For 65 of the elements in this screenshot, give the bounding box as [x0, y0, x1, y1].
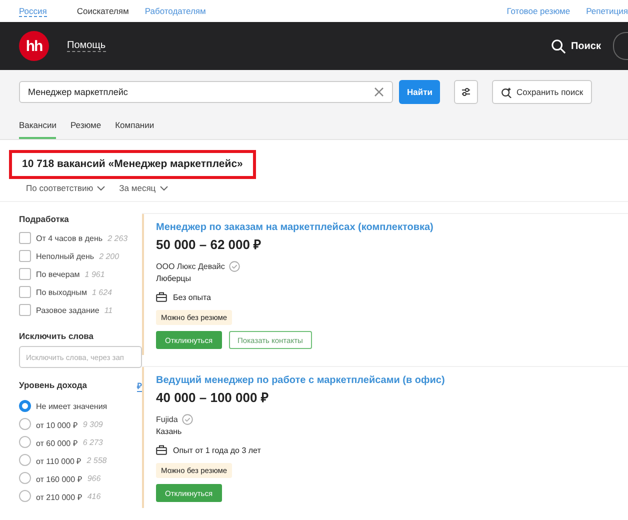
checkbox[interactable] — [19, 286, 31, 298]
option-label: от 160 000 ₽ — [36, 474, 82, 484]
salary: 40 000 – 100 000 ₽ — [156, 389, 269, 406]
filter-title: Уровень дохода — [19, 380, 88, 392]
option-label: от 110 000 ₽ — [36, 456, 82, 466]
audience-link[interactable]: Соискателям — [76, 6, 129, 16]
save-search-button[interactable]: Сохранить поиск — [492, 80, 592, 104]
clear-icon[interactable] — [374, 87, 384, 97]
option-count: 9 309 — [82, 420, 103, 428]
radio-button[interactable] — [19, 418, 31, 430]
salary: 50 000 – 62 000 ₽ — [156, 236, 262, 253]
radio-button[interactable] — [19, 436, 31, 448]
sort-dropdown[interactable]: По соответствию — [26, 183, 106, 193]
city: Люберцы — [156, 274, 191, 283]
filter-button[interactable] — [454, 80, 478, 104]
results-heading: 10 718 вакансий «Менеджер маркетплейс» — [9, 150, 256, 179]
radio-button[interactable] — [19, 490, 31, 502]
checkbox[interactable] — [19, 268, 31, 280]
search-link[interactable]: Поиск — [550, 38, 601, 54]
filter-title: Исключить слова — [19, 331, 94, 341]
search-icon — [550, 38, 566, 54]
option-count: 11 — [104, 306, 113, 314]
filter-title: Подработка — [19, 214, 70, 224]
company-link[interactable]: ООО Люкс Девайс — [156, 262, 225, 271]
option-count: 1 961 — [84, 270, 105, 278]
option-label: По выходным — [36, 288, 87, 296]
option-count: 416 — [87, 492, 101, 500]
option-label: От 4 часов в день — [36, 234, 103, 242]
option-label: Разовое задание — [36, 306, 100, 314]
option-label: от 210 000 ₽ — [36, 492, 82, 502]
find-button[interactable]: Найти — [399, 80, 440, 104]
option-count: 1 624 — [92, 288, 112, 296]
checkbox[interactable] — [19, 250, 31, 262]
option-count: 2 558 — [86, 456, 107, 464]
option-label: от 60 000 ₽ — [36, 438, 78, 448]
radio-button[interactable] — [19, 472, 31, 484]
briefcase-icon — [156, 292, 167, 302]
search-field[interactable]: Менеджер маркетплейс — [19, 81, 393, 103]
experience: Без опыта — [173, 292, 211, 302]
logo[interactable]: hh — [19, 31, 49, 61]
option-label: По вечерам — [36, 270, 80, 278]
option-count: 2 200 — [99, 252, 120, 260]
experience: Опыт от 1 года до 3 лет — [173, 446, 261, 454]
option-label: от 10 000 ₽ — [36, 420, 78, 430]
tab[interactable]: Компании — [115, 114, 154, 139]
option-count: 6 273 — [82, 438, 103, 446]
company-link[interactable]: Fujida — [156, 415, 178, 424]
chevron-icon — [160, 186, 168, 190]
chevron-icon — [97, 186, 106, 190]
checkbox[interactable] — [19, 304, 31, 316]
search-plus-icon — [501, 86, 512, 98]
city: Казань — [156, 427, 182, 436]
sort-dropdown[interactable]: За месяц — [119, 183, 168, 193]
option-count: 2 263 — [108, 234, 128, 242]
sliders-icon — [461, 87, 472, 97]
checkbox[interactable] — [19, 232, 31, 244]
option-label: Не имеет значения — [36, 402, 108, 410]
radio-button[interactable] — [19, 454, 31, 466]
help-link[interactable]: Помощь — [67, 40, 106, 52]
radio-button[interactable] — [19, 400, 31, 412]
option-label: Неполный день — [36, 252, 94, 260]
tab[interactable]: Вакансии — [19, 114, 56, 139]
briefcase-icon — [156, 445, 167, 455]
tab[interactable]: Резюме — [70, 114, 102, 139]
option-count: 966 — [87, 474, 101, 482]
